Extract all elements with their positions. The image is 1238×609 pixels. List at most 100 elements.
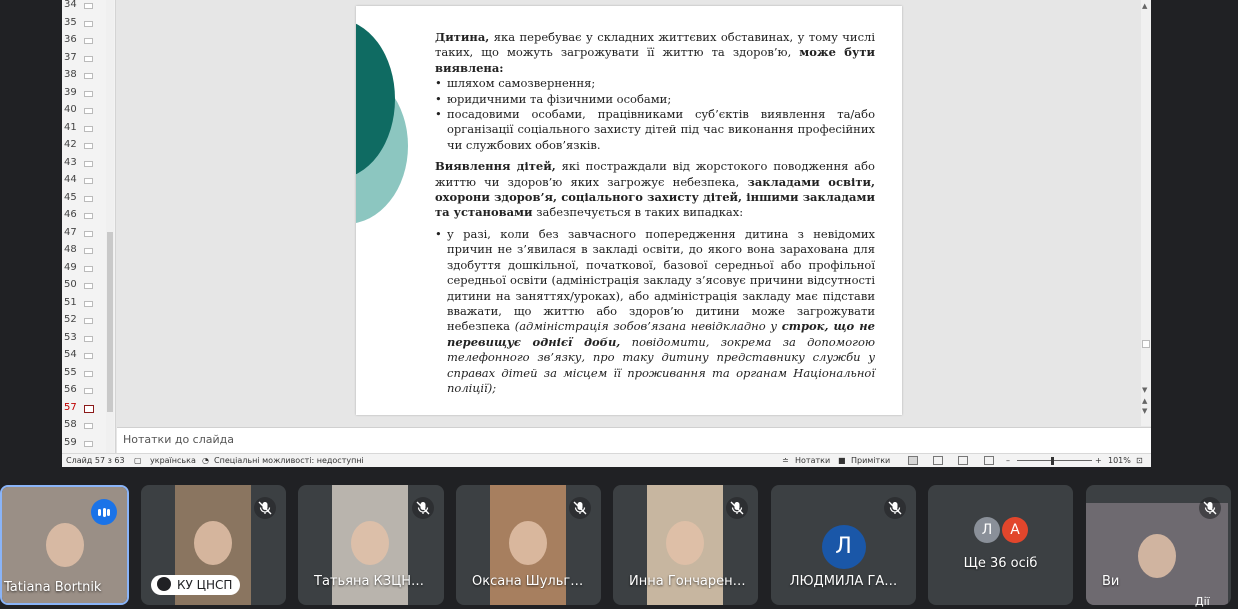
self-view-tile[interactable]: Ви — [1086, 485, 1231, 605]
mic-off-icon — [884, 497, 906, 519]
notes-pane[interactable]: Нотатки до слайда — [117, 427, 1151, 453]
slide-number: 45 — [64, 191, 77, 203]
accessibility-icon[interactable]: ◔ — [202, 456, 209, 465]
slide-number: 41 — [64, 121, 77, 133]
slide-thumbnail-icon — [84, 160, 93, 167]
avatar: Л — [974, 517, 1000, 543]
zoom-in-button[interactable]: + — [1095, 456, 1102, 465]
slide-thumbnail-icon — [84, 388, 93, 394]
slide-thumbnail-icon — [84, 55, 93, 62]
prev-slide-icon[interactable]: ▲ — [1142, 397, 1147, 405]
participant-tile[interactable]: Л А Ще 36 осіб — [928, 485, 1073, 605]
fit-slide-icon[interactable]: ⊡ — [1136, 456, 1143, 465]
slide-thumbnail-icon — [84, 213, 93, 219]
slide-number: 37 — [64, 51, 77, 63]
powerpoint-window: 34 35 36 37 38 39 40 41 42 43 44 45 46 47 48 49 50 51 52 53… — [62, 0, 1151, 467]
thumbnail-scrollbar-thumb[interactable] — [107, 232, 113, 412]
actions-label[interactable]: Дії — [1195, 595, 1210, 608]
slide-number: 34 — [64, 0, 77, 10]
slide-thumbnail-icon — [84, 125, 93, 132]
slide-canvas-area: Дитина, яка перебуває у складних життєви… — [117, 0, 1137, 426]
list-item: у разі, коли без завчасного попередження… — [435, 227, 875, 396]
slide-thumbnail-icon — [84, 423, 93, 429]
thumbnail-scrollbar[interactable] — [106, 0, 114, 453]
slide-number: 58 — [64, 419, 77, 430]
slide-number: 38 — [64, 69, 77, 80]
slide-thumbnail-icon — [84, 73, 93, 79]
participant-name: Tatiana Bortnik — [4, 580, 102, 595]
current-slide[interactable]: Дитина, яка перебуває у складних життєви… — [356, 6, 902, 415]
zoom-slider-knob[interactable] — [1051, 457, 1054, 465]
vertical-scrollbar[interactable]: ▲ ▼ ▲ ▼ — [1141, 0, 1151, 426]
list-item: юридичними та фізичними особами; — [435, 92, 875, 108]
slide-number: 50 — [64, 279, 77, 290]
paragraph-2: Виявлення дітей, які постраждали від жор… — [435, 159, 875, 220]
slide-thumbnail-icon — [84, 404, 94, 413]
language-label[interactable]: українська — [150, 456, 196, 465]
slide-number: 55 — [64, 366, 77, 378]
notes-button[interactable]: Нотатки — [795, 456, 830, 465]
slide-thumbnail-icon — [84, 370, 93, 377]
bullet-list-1: шляхом самозвернення; юридичними та фізи… — [435, 76, 875, 153]
slide-thumbnail-icon — [84, 108, 93, 114]
participant-face — [351, 521, 389, 565]
mic-off-icon — [1199, 497, 1221, 519]
participant-name: Инна Гончарен… — [629, 574, 746, 589]
participant-tile[interactable]: Оксана Шульг… — [456, 485, 601, 605]
spellcheck-icon[interactable]: ▢ — [134, 456, 142, 465]
slide-number: 43 — [64, 156, 77, 168]
slide-thumbnail-icon — [84, 90, 93, 97]
slide-thumbnail-icon — [84, 265, 93, 272]
notes-icon[interactable]: ≐ — [782, 456, 789, 465]
participant-face — [45, 523, 84, 567]
zoom-slider[interactable] — [1017, 460, 1092, 461]
slide-body-text: Дитина, яка перебуває у складних життєви… — [435, 30, 875, 396]
participant-face — [194, 521, 232, 565]
slide-thumbnail-icon — [84, 20, 93, 27]
zoom-out-button[interactable]: – — [1006, 456, 1010, 465]
accessibility-label[interactable]: Спеціальні можливості: недоступні — [214, 456, 364, 465]
slide-thumbnail-icon — [84, 353, 93, 359]
reading-view-icon[interactable] — [958, 456, 968, 465]
slide-thumbnail-icon — [84, 143, 93, 149]
status-bar: Слайд 57 з 63 ▢ українська ◔ Спеціальні … — [62, 453, 1151, 467]
slide-thumbnail-icon — [84, 248, 93, 254]
slide-thumbnail-pane[interactable]: 34 35 36 37 38 39 40 41 42 43 44 45 46 47 48 49 50 51 52 53… — [62, 0, 116, 453]
participant-name: ЛЮДМИЛА ГА… — [789, 574, 898, 589]
zoom-level[interactable]: 101% — [1108, 456, 1131, 465]
slide-thumbnail-icon — [84, 283, 93, 289]
slide-counter: Слайд 57 з 63 — [66, 456, 125, 465]
slide-number: 49 — [64, 261, 77, 273]
next-slide-icon[interactable]: ▼ — [1142, 407, 1147, 415]
slide-number: 44 — [64, 174, 77, 185]
avatar: А — [1002, 517, 1028, 543]
participant-tile[interactable]: Татьяна КЗЦН… — [298, 485, 444, 605]
slide-sorter-icon[interactable] — [933, 456, 943, 465]
screen: 34 35 36 37 38 39 40 41 42 43 44 45 46 47 48 49 50 51 52 53… — [0, 0, 1238, 609]
normal-view-icon[interactable] — [908, 456, 918, 465]
participant-tile[interactable]: Tatiana Bortnik — [0, 485, 129, 605]
participant-tile[interactable]: КУ ЦНСП — [141, 485, 286, 605]
slide-number: 35 — [64, 16, 77, 28]
participant-tile[interactable]: Инна Гончарен… — [613, 485, 758, 605]
scroll-up-icon[interactable]: ▲ — [1142, 2, 1147, 10]
slide-number: 46 — [64, 209, 77, 220]
speaking-indicator-icon — [91, 499, 117, 525]
slide-number: 40 — [64, 104, 77, 115]
mic-off-icon — [412, 497, 434, 519]
participant-face — [666, 521, 704, 565]
scroll-down-icon[interactable]: ▼ — [1142, 386, 1147, 394]
participant-face — [509, 521, 547, 565]
slide-thumbnail-icon — [84, 440, 93, 447]
presenter-icon — [157, 577, 171, 591]
comments-button[interactable]: Примітки — [851, 456, 890, 465]
scrollbar-thumb[interactable] — [1142, 340, 1150, 348]
slide-number: 36 — [64, 34, 77, 45]
slide-thumbnail-icon — [84, 335, 93, 342]
mic-off-icon — [569, 497, 591, 519]
participant-tile[interactable]: Л ЛЮДМИЛА ГА… — [771, 485, 916, 605]
comments-icon[interactable]: ■ — [838, 456, 846, 465]
slideshow-icon[interactable] — [984, 456, 994, 465]
participant-name: Татьяна КЗЦН… — [314, 574, 424, 589]
slide-thumbnail-icon — [84, 38, 93, 44]
